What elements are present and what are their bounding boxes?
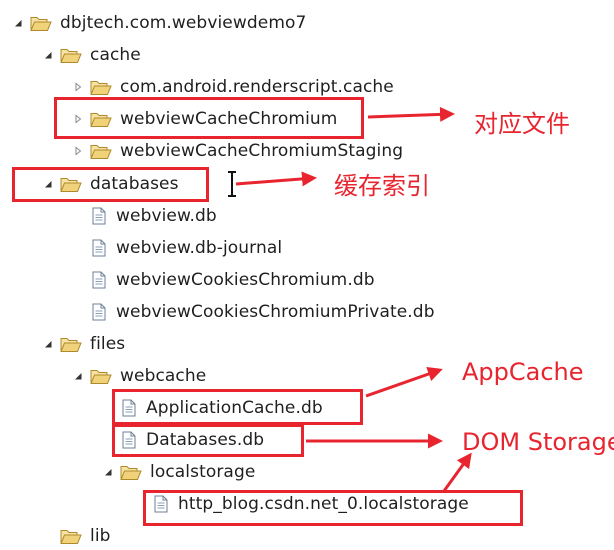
arrow-to-appcache-note <box>365 366 443 398</box>
arrow-to-cache-files-note <box>367 106 455 122</box>
annotation-arrows <box>235 106 472 492</box>
text-cursor-icon <box>228 171 236 197</box>
note-appcache: AppCache <box>462 358 584 386</box>
arrow-to-cache-index-note <box>235 171 317 187</box>
note-cache-index: 缓存索引 <box>334 172 430 200</box>
note-dom-storage: DOM Storage <box>462 428 614 456</box>
arrow-localstorage-to-dom-note <box>442 452 472 492</box>
note-cache-files: 对应文件 <box>474 110 570 138</box>
